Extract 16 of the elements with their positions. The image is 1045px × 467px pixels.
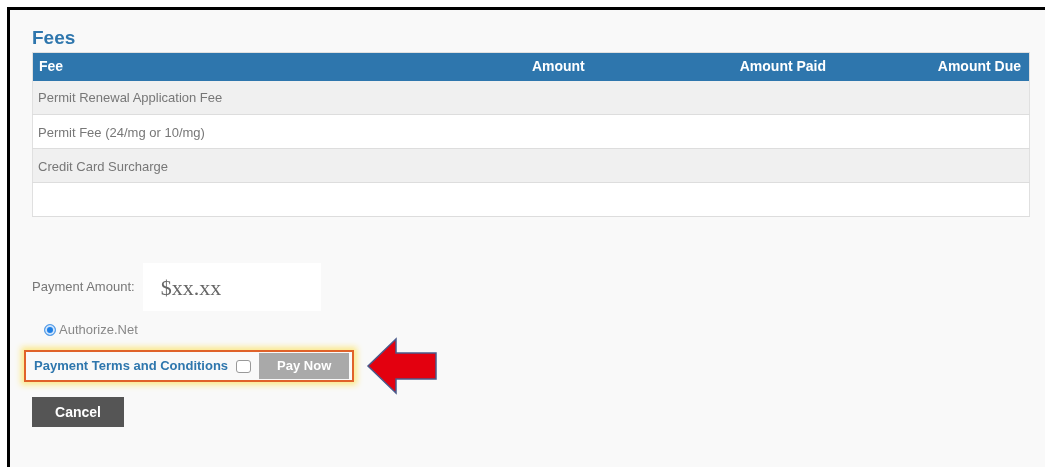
table-cell: Permit Renewal Application Fee — [38, 90, 223, 106]
payment-amount-field[interactable]: $xx.xx — [142, 263, 321, 311]
terms-link[interactable]: Payment Terms and Conditions — [34, 356, 229, 376]
arrow-icon — [366, 337, 439, 395]
column-header: Amount Due — [899, 52, 1030, 81]
table-cell: Permit Fee (24/mg or 10/mg) — [38, 124, 205, 140]
column-header: Fee — [32, 52, 528, 81]
column-header: Amount — [527, 52, 700, 81]
radio-button[interactable] — [44, 324, 56, 336]
cancel-button[interactable]: Cancel — [32, 397, 124, 427]
field-label: Payment Amount: — [32, 278, 135, 297]
section-title: Fees — [32, 27, 76, 49]
column-header: Amount Paid — [699, 52, 900, 81]
radio-label: Authorize.Net — [59, 323, 138, 337]
terms-checkbox[interactable] — [236, 359, 252, 373]
table-cell: Credit Card Surcharge — [38, 158, 169, 174]
